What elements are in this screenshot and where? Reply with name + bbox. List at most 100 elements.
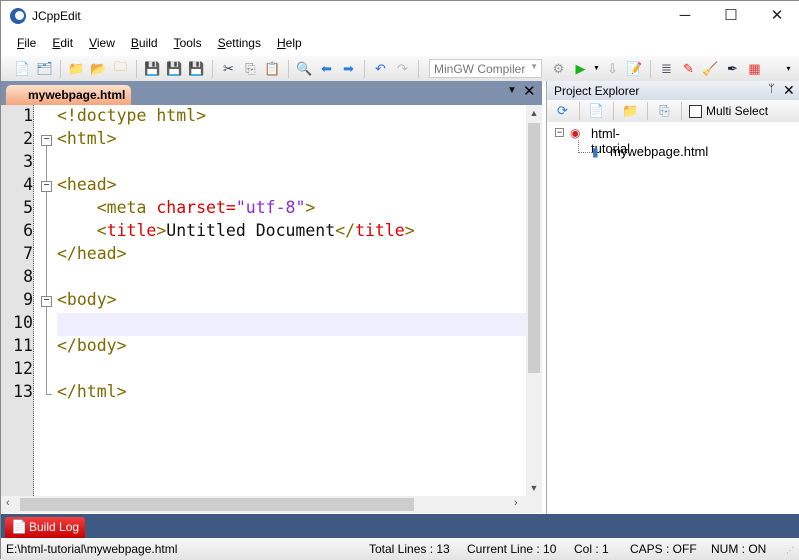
remove-folder-icon[interactable]: 📁	[621, 102, 640, 120]
vertical-scroll-thumb[interactable]	[528, 123, 540, 373]
separator	[579, 102, 580, 120]
build-download-icon[interactable]: ⇩	[603, 60, 622, 78]
open-folder-icon[interactable]: 📁	[67, 60, 86, 78]
code-line[interactable]: <head>	[57, 175, 117, 194]
scroll-left-icon[interactable]: ‹	[6, 497, 10, 509]
menu-file[interactable]: File	[9, 32, 44, 56]
broom-icon[interactable]: 🧹	[701, 60, 720, 78]
menu-tools[interactable]: Tools	[166, 32, 210, 56]
collapse-icon[interactable]: −	[555, 128, 564, 137]
code-line[interactable]: </html>	[57, 382, 127, 401]
panel-title: Project Explorer	[554, 84, 640, 98]
cut-icon[interactable]: ✂	[219, 60, 238, 78]
find-folder-icon[interactable]: 🗀	[111, 59, 130, 78]
maximize-button[interactable]: ☐	[708, 1, 754, 32]
code-line[interactable]: <body>	[57, 290, 117, 309]
menu-settings[interactable]: Settings	[210, 32, 269, 56]
forward-arrow-icon[interactable]: ➡	[339, 60, 358, 78]
copy-icon[interactable]: ⎘	[241, 60, 260, 78]
close-button[interactable]: ✕	[754, 1, 799, 32]
app-logo-icon	[10, 8, 26, 24]
line-number: 4	[23, 175, 33, 194]
code-line[interactable]: </head>	[57, 244, 127, 263]
horizontal-scroll-thumb[interactable]	[20, 498, 414, 511]
scroll-right-icon[interactable]: ›	[514, 497, 518, 509]
multi-select-checkbox[interactable]	[689, 104, 702, 118]
code-token-tag: <html>	[57, 129, 117, 148]
save-icon[interactable]: 💾	[143, 60, 162, 78]
line-number: 13	[13, 382, 33, 401]
menu-build[interactable]: Build	[123, 32, 166, 56]
code-line[interactable]: <title>Untitled Document</title>	[57, 221, 415, 240]
html-file-icon: ▮	[592, 145, 599, 159]
menu-edit[interactable]: Edit	[44, 32, 81, 56]
redo-icon[interactable]: ↷	[393, 60, 412, 78]
panel-close-icon[interactable]: ✕	[783, 82, 795, 99]
tab-mywebpage[interactable]: mywebpage.html	[6, 85, 131, 105]
code-token-tag: <head>	[57, 175, 117, 194]
fold-toggle-icon[interactable]: −	[41, 296, 52, 307]
line-number: 9	[23, 290, 33, 309]
code-line[interactable]: </body>	[57, 336, 127, 355]
run-icon[interactable]: ▶	[571, 60, 590, 78]
tree-connector	[578, 140, 592, 153]
line-number: 1	[23, 106, 33, 125]
menu-help[interactable]: Help	[269, 32, 310, 56]
document-icon[interactable]: ≣	[657, 60, 676, 78]
tab-list-dropdown-icon[interactable]: ▼	[507, 85, 517, 96]
code-token-tag: >	[156, 221, 167, 240]
save-as-icon[interactable]: 💾	[165, 60, 184, 78]
tab-close-icon[interactable]: ✕	[523, 82, 536, 100]
marker-icon[interactable]: ✎	[679, 60, 698, 78]
separator	[613, 102, 614, 120]
find-icon[interactable]: 🔍	[295, 60, 314, 78]
refresh-icon[interactable]: ⟳	[553, 102, 572, 120]
status-total-lines: Total Lines : 13	[369, 542, 450, 556]
paste-icon[interactable]: 📋	[263, 60, 282, 78]
line-number: 7	[23, 244, 33, 263]
compiler-select[interactable]: MinGW Compiler ▼	[429, 59, 542, 78]
line-number: 10	[13, 313, 33, 332]
separator	[60, 59, 61, 78]
new-project-icon[interactable]: 🗂	[35, 60, 54, 78]
new-file-icon[interactable]: 📄	[13, 60, 32, 78]
code-token-tag: <!doctype html>	[57, 106, 207, 125]
back-arrow-icon[interactable]: ⬅	[317, 60, 336, 78]
code-token-tag: </body>	[57, 336, 127, 355]
scroll-up-icon[interactable]: ▲	[526, 108, 542, 118]
properties-icon[interactable]: 📄	[587, 102, 606, 120]
code-token-tag: >	[404, 221, 415, 240]
project-explorer-toolbar: ⟳ 📄 📁 ⎘ Multi Select	[547, 100, 799, 122]
fold-toggle-icon[interactable]: −	[41, 135, 52, 146]
separator	[364, 59, 365, 78]
code-line[interactable]: <!doctype html>	[57, 106, 206, 125]
fold-margin[interactable]: − − −	[35, 105, 57, 496]
color-palette-icon[interactable]: ▦	[745, 60, 764, 78]
pen-icon[interactable]: ✒	[723, 60, 742, 78]
toolbar-overflow-icon[interactable]: ▾	[779, 60, 798, 78]
scroll-down-icon[interactable]: ▼	[526, 483, 542, 493]
resize-grip-icon[interactable]: ⋰	[786, 546, 794, 555]
menu-bar: File Edit View Build Tools Settings Help	[1, 32, 799, 56]
menu-view[interactable]: View	[81, 32, 123, 56]
open-project-icon[interactable]: 📂	[89, 60, 108, 78]
line-number: 2	[23, 129, 33, 148]
fold-toggle-icon[interactable]: −	[41, 181, 52, 192]
edit-notes-icon[interactable]: 📝	[625, 60, 644, 78]
code-token-tag: >	[305, 198, 316, 217]
minimize-button[interactable]: ─	[662, 1, 708, 32]
code-line[interactable]: <meta charset="utf-8">	[57, 198, 316, 217]
fold-end-marker	[46, 394, 52, 395]
undo-icon[interactable]: ↶	[371, 60, 390, 78]
build-log-tab[interactable]: 📄 Build Log	[5, 517, 85, 538]
code-editor[interactable]: <!doctype html> <html> <head> <meta charse…	[57, 105, 526, 496]
run-dropdown-icon[interactable]: ▼	[593, 60, 600, 78]
code-token-attr: charset=	[156, 198, 236, 217]
gear-icon[interactable]: ⚙	[549, 60, 568, 78]
code-line[interactable]: <html>	[57, 129, 117, 148]
save-all-icon[interactable]: 💾	[187, 60, 206, 78]
build-log-label: Build Log	[29, 520, 80, 534]
copy-files-icon[interactable]: ⎘	[655, 102, 674, 120]
pin-icon[interactable]: ᛘ	[768, 83, 775, 95]
